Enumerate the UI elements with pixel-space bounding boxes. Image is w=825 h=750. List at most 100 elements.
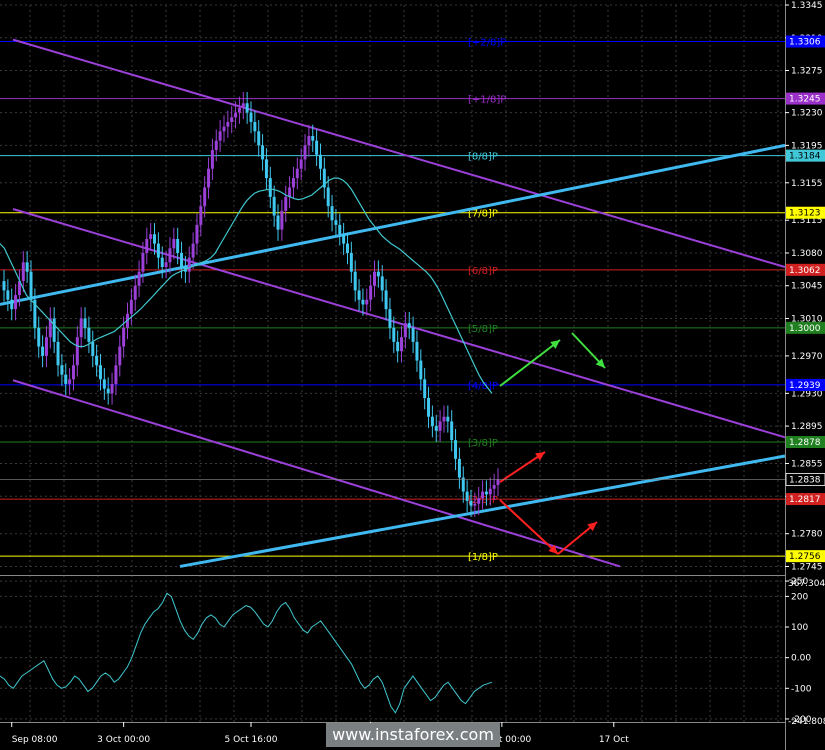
candle-body: [446, 416, 450, 422]
murrey-level-label: [5/8]P: [468, 324, 498, 335]
candle-body: [6, 290, 10, 300]
price-tick-label: 1.3155: [791, 179, 823, 189]
candle-body: [156, 243, 160, 258]
candle-body: [114, 365, 118, 384]
murrey-level-label: [1/8]P: [468, 552, 498, 563]
candle-body: [373, 271, 376, 286]
price-tick-label: 1.3275: [791, 67, 823, 77]
candle-body: [384, 290, 388, 310]
candle-body: [168, 248, 172, 263]
cci-indicator: [0, 592, 493, 714]
candle-body: [241, 103, 245, 108]
watermark-logo: www.instaforex.com: [326, 723, 500, 747]
murrey-level-label: [7/8]P: [468, 209, 498, 220]
candle-body: [457, 458, 461, 478]
candle-body: [118, 346, 122, 366]
candle-body: [311, 136, 315, 141]
candle-body: [396, 341, 400, 352]
indicator-tick-label: 200: [791, 592, 808, 602]
level-price-tag-text: 1.3000: [789, 324, 821, 334]
candle-body: [411, 327, 415, 342]
candle-body: [315, 140, 319, 155]
candle-body: [145, 238, 149, 253]
indicator-tick-label: -100: [791, 684, 812, 694]
candle-body: [83, 318, 87, 328]
candle-body: [29, 271, 33, 300]
candle-body: [214, 140, 218, 151]
price-axis: 1.33451.33101.32751.32301.31951.31551.31…: [0, 1, 825, 727]
candle-body: [450, 421, 454, 441]
murrey-levels: [+2/8]P[+1/8]P[8/8]P[7/8]P[6/8]P[5/8]P[4…: [0, 37, 785, 563]
level-price-tag-text: 1.2817: [789, 495, 821, 505]
trend-lines: [0, 38, 786, 568]
level-price-tag-text: 1.3184: [789, 152, 821, 162]
candle-body: [71, 365, 75, 380]
candle-body: [353, 271, 357, 291]
candle-body: [122, 327, 126, 347]
candle-body: [488, 488, 492, 495]
candle-body: [349, 252, 353, 272]
price-tick-label: 1.3045: [791, 282, 823, 292]
candle-body: [37, 327, 41, 347]
candle-body: [60, 365, 64, 375]
level-price-tag-text: 1.3245: [789, 95, 821, 105]
candle-body: [407, 323, 411, 328]
candle-body: [210, 150, 214, 169]
candle-body: [172, 238, 176, 249]
murrey-level-label: [6/8]P: [468, 266, 498, 277]
candle-body: [91, 341, 95, 356]
candle-body: [318, 154, 322, 169]
candle-body: [388, 309, 392, 328]
candle-body: [473, 503, 477, 506]
candle-body: [195, 224, 199, 244]
arrow-down-red: [499, 499, 559, 555]
indicator-tick-label: 250: [791, 577, 808, 587]
candle-body: [295, 168, 299, 179]
trend-line: [0, 143, 786, 306]
candle-body: [376, 271, 380, 277]
candle-body: [438, 421, 442, 431]
candle-body: [52, 318, 56, 342]
candle-body: [365, 299, 369, 305]
candle-body: [264, 159, 268, 179]
candle-body: [419, 360, 423, 380]
candle-body: [268, 178, 272, 197]
candle-body: [342, 234, 346, 244]
candle-body: [44, 337, 48, 356]
price-tick-label: 1.2780: [791, 530, 823, 540]
candle-body: [21, 262, 25, 282]
candle-body: [496, 479, 500, 486]
candle-body: [272, 196, 276, 216]
candle-body: [261, 145, 265, 160]
cci-line: [0, 592, 493, 714]
indicator-tick-label: 100: [791, 623, 808, 633]
candle-body: [199, 206, 203, 225]
candle-body: [303, 145, 307, 160]
price-tick-label: 1.3230: [791, 109, 823, 119]
time-tick-label: 17 Oct: [599, 735, 629, 745]
murrey-level-label: [8/8]P: [468, 152, 498, 163]
candle-body: [106, 388, 110, 394]
price-tick-label: 1.3080: [791, 249, 823, 259]
price-tick-label: 1.2895: [791, 422, 823, 432]
indicator-tick-label: 0.00: [791, 654, 811, 664]
candle-body: [330, 206, 334, 221]
candle-body: [334, 220, 338, 225]
arrow-up-green: [499, 339, 561, 387]
candle-body: [218, 131, 222, 141]
candle-body: [87, 327, 91, 342]
candle-body: [137, 271, 141, 286]
candle-body: [153, 234, 157, 244]
candle-body: [345, 243, 349, 253]
price-tick-label: 1.2970: [791, 352, 823, 362]
candle-body: [129, 299, 133, 314]
candle-body: [2, 281, 6, 291]
candle-body: [288, 187, 292, 197]
candle-body: [237, 107, 241, 113]
current-price-tag-text: 1.2838: [789, 475, 821, 485]
price-tick-label: 1.3345: [791, 1, 823, 11]
price-tick-label: 1.2855: [791, 460, 823, 470]
candle-body: [64, 374, 68, 384]
candle-body: [299, 159, 303, 169]
candle-body: [423, 379, 427, 399]
